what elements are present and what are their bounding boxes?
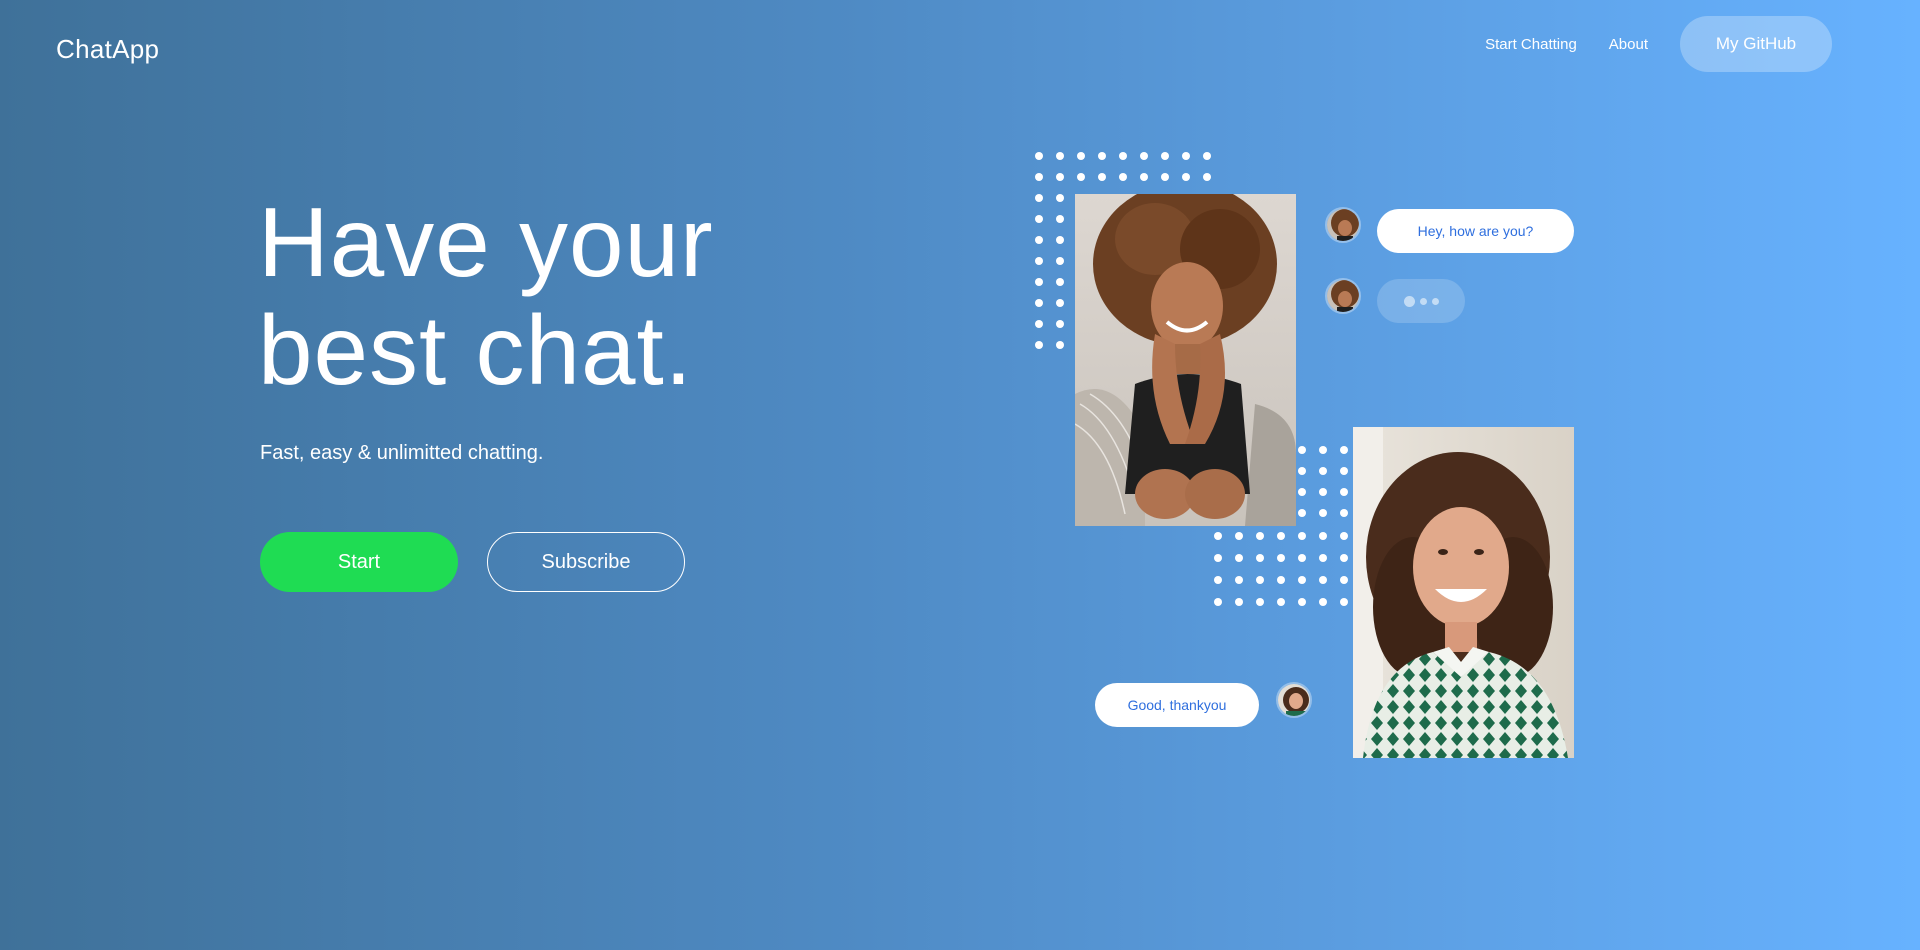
hero-subtitle: Fast, easy & unlimitted chatting. (260, 442, 544, 464)
chat-bubble-reply: Good, thankyou (1095, 683, 1259, 727)
avatar-green-blouse (1276, 682, 1312, 718)
brand-logo[interactable]: ChatApp (56, 34, 159, 65)
hero-title: Have your best chat. (258, 188, 858, 404)
typing-indicator (1377, 279, 1465, 323)
avatar-curly-hair-typing (1325, 278, 1361, 314)
github-button[interactable]: My GitHub (1680, 16, 1832, 72)
chat-bubble-incoming: Hey, how are you? (1377, 209, 1574, 253)
hero-title-line-1: Have your (258, 187, 714, 297)
typing-dot-icon (1431, 297, 1439, 305)
hero-title-line-2: best chat. (258, 295, 693, 405)
subscribe-button[interactable]: Subscribe (487, 532, 685, 592)
nav-link-start-chatting[interactable]: Start Chatting (1485, 36, 1577, 53)
typing-dot-icon (1403, 295, 1415, 307)
typing-dot-icon (1419, 297, 1427, 305)
photo-woman-green-blouse (1353, 427, 1574, 758)
avatar-curly-hair (1325, 207, 1361, 243)
nav-link-about[interactable]: About (1609, 36, 1648, 53)
start-button[interactable]: Start (260, 532, 458, 592)
top-nav: Start Chatting About My GitHub (1485, 16, 1832, 72)
photo-woman-curly-hair (1075, 194, 1296, 526)
